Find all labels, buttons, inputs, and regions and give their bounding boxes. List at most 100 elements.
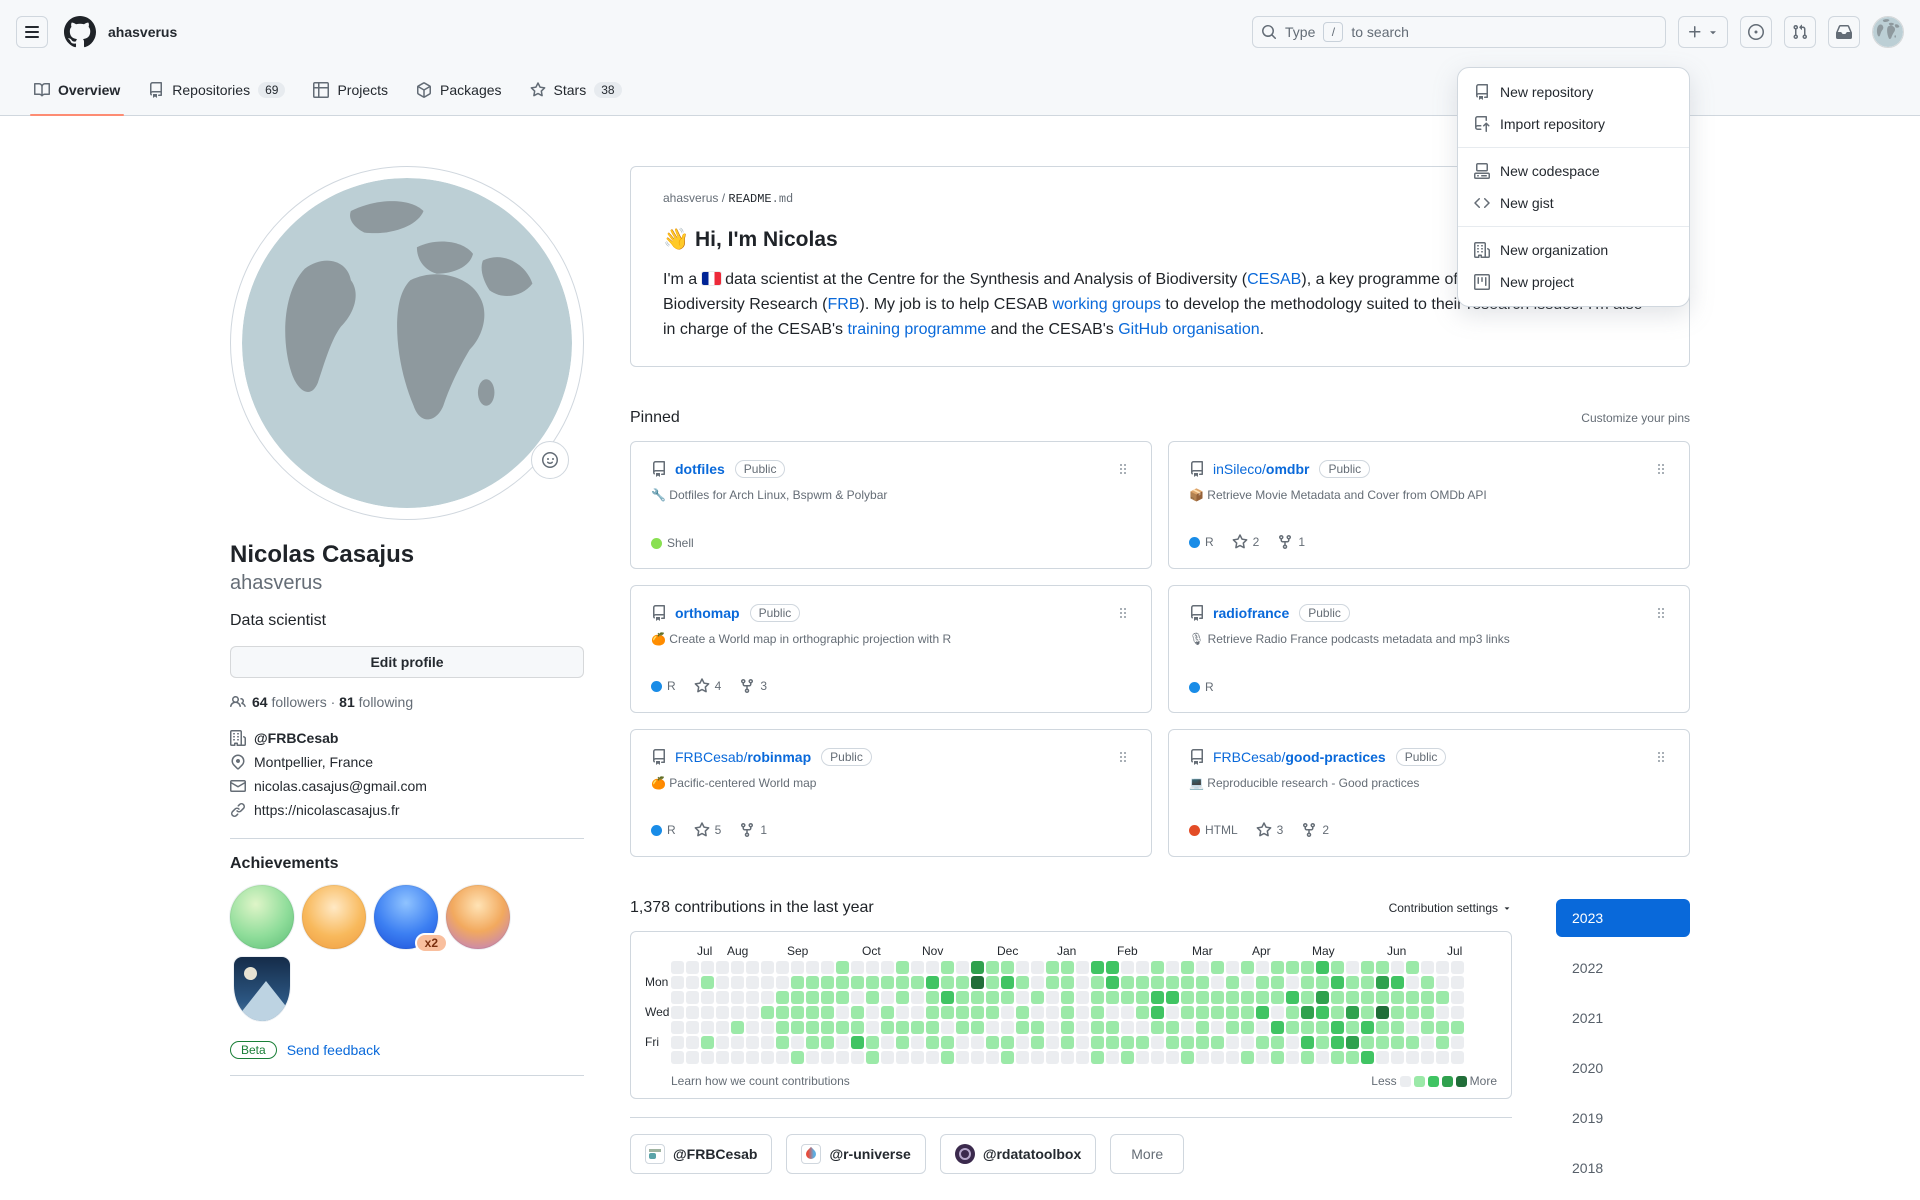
contribution-day-cell[interactable] — [1451, 1051, 1464, 1064]
contribution-day-cell[interactable] — [1226, 991, 1239, 1004]
contribution-day-cell[interactable] — [791, 991, 804, 1004]
contribution-day-cell[interactable] — [761, 976, 774, 989]
drag-grabber-icon[interactable] — [1653, 605, 1669, 621]
contribution-day-cell[interactable] — [1196, 1006, 1209, 1019]
hamburger-menu-button[interactable] — [16, 16, 48, 48]
contribution-day-cell[interactable] — [1451, 1021, 1464, 1034]
repo-forks[interactable]: 1 — [739, 822, 767, 838]
contribution-day-cell[interactable] — [926, 1036, 939, 1049]
contribution-day-cell[interactable] — [1031, 976, 1044, 989]
contribution-day-cell[interactable] — [1091, 976, 1104, 989]
contribution-day-cell[interactable] — [686, 976, 699, 989]
contribution-day-cell[interactable] — [791, 976, 804, 989]
contribution-day-cell[interactable] — [1166, 1006, 1179, 1019]
contribution-day-cell[interactable] — [1286, 961, 1299, 974]
contribution-day-cell[interactable] — [986, 1006, 999, 1019]
contribution-day-cell[interactable] — [1286, 1006, 1299, 1019]
contribution-day-cell[interactable] — [1406, 976, 1419, 989]
contribution-day-cell[interactable] — [686, 1036, 699, 1049]
contribution-day-cell[interactable] — [1241, 991, 1254, 1004]
contribution-day-cell[interactable] — [1076, 991, 1089, 1004]
contribution-day-cell[interactable] — [1226, 1021, 1239, 1034]
contribution-day-cell[interactable] — [1136, 1006, 1149, 1019]
contribution-day-cell[interactable] — [956, 961, 969, 974]
profile-detail-link[interactable]: https://nicolascasajus.fr — [230, 798, 584, 822]
contribution-day-cell[interactable] — [1076, 961, 1089, 974]
contribution-day-cell[interactable] — [716, 976, 729, 989]
contribution-day-cell[interactable] — [791, 1006, 804, 1019]
achievement-pull-shark-badge[interactable]: x2 — [374, 885, 438, 949]
repo-forks[interactable]: 3 — [739, 678, 767, 694]
contribution-day-cell[interactable] — [1226, 976, 1239, 989]
contribution-day-cell[interactable] — [851, 976, 864, 989]
contribution-day-cell[interactable] — [761, 1006, 774, 1019]
contribution-day-cell[interactable] — [1106, 991, 1119, 1004]
contribution-day-cell[interactable] — [1136, 1051, 1149, 1064]
contribution-day-cell[interactable] — [1061, 1036, 1074, 1049]
contribution-day-cell[interactable] — [1166, 1021, 1179, 1034]
contribution-day-cell[interactable] — [1091, 991, 1104, 1004]
contribution-day-cell[interactable] — [1016, 1021, 1029, 1034]
repo-link[interactable]: inSileco/omdbr — [1213, 461, 1309, 477]
contribution-day-cell[interactable] — [1301, 1021, 1314, 1034]
contribution-day-cell[interactable] — [1346, 1036, 1359, 1049]
contribution-day-cell[interactable] — [866, 1051, 879, 1064]
contribution-day-cell[interactable] — [1331, 1036, 1344, 1049]
contribution-day-cell[interactable] — [926, 976, 939, 989]
contribution-day-cell[interactable] — [1451, 991, 1464, 1004]
drag-grabber-icon[interactable] — [1115, 461, 1131, 477]
contribution-day-cell[interactable] — [1421, 1021, 1434, 1034]
contribution-day-cell[interactable] — [1346, 961, 1359, 974]
contribution-day-cell[interactable] — [1301, 1051, 1314, 1064]
contribution-day-cell[interactable] — [1406, 961, 1419, 974]
contribution-day-cell[interactable] — [881, 976, 894, 989]
contribution-day-cell[interactable] — [761, 961, 774, 974]
send-feedback-link[interactable]: Send feedback — [287, 1042, 380, 1058]
contribution-day-cell[interactable] — [1181, 976, 1194, 989]
contribution-day-cell[interactable] — [671, 1036, 684, 1049]
contribution-day-cell[interactable] — [1376, 1006, 1389, 1019]
contribution-day-cell[interactable] — [896, 1051, 909, 1064]
contribution-day-cell[interactable] — [1391, 1021, 1404, 1034]
user-avatar[interactable] — [1872, 16, 1904, 48]
contribution-day-cell[interactable] — [956, 1051, 969, 1064]
contribution-day-cell[interactable] — [791, 1036, 804, 1049]
contribution-day-cell[interactable] — [881, 961, 894, 974]
contribution-day-cell[interactable] — [1091, 961, 1104, 974]
contribution-day-cell[interactable] — [926, 991, 939, 1004]
contribution-day-cell[interactable] — [731, 1021, 744, 1034]
contribution-day-cell[interactable] — [701, 1051, 714, 1064]
contribution-day-cell[interactable] — [911, 1021, 924, 1034]
contribution-day-cell[interactable] — [1196, 1021, 1209, 1034]
contribution-day-cell[interactable] — [1421, 991, 1434, 1004]
contribution-day-cell[interactable] — [1001, 1036, 1014, 1049]
contribution-day-cell[interactable] — [1376, 991, 1389, 1004]
contribution-day-cell[interactable] — [761, 1021, 774, 1034]
contribution-day-cell[interactable] — [1121, 991, 1134, 1004]
contribution-day-cell[interactable] — [1421, 961, 1434, 974]
contribution-day-cell[interactable] — [1241, 1051, 1254, 1064]
contribution-day-cell[interactable] — [941, 976, 954, 989]
contribution-day-cell[interactable] — [671, 1021, 684, 1034]
contribution-day-cell[interactable] — [701, 1036, 714, 1049]
contribution-day-cell[interactable] — [1181, 1021, 1194, 1034]
contribution-day-cell[interactable] — [866, 961, 879, 974]
contribution-day-cell[interactable] — [866, 1006, 879, 1019]
contribution-day-cell[interactable] — [1241, 1006, 1254, 1019]
repo-link[interactable]: dotfiles — [675, 461, 725, 477]
contribution-day-cell[interactable] — [1376, 976, 1389, 989]
achievement-yolo-badge[interactable] — [302, 885, 366, 949]
org-filter-more-button[interactable]: More — [1110, 1134, 1184, 1174]
readme-link[interactable]: CESAB — [1247, 271, 1301, 288]
contribution-day-cell[interactable] — [806, 1006, 819, 1019]
contribution-day-cell[interactable] — [1211, 1051, 1224, 1064]
contribution-day-cell[interactable] — [1271, 976, 1284, 989]
contribution-day-cell[interactable] — [1031, 1036, 1044, 1049]
contribution-day-cell[interactable] — [896, 991, 909, 1004]
contribution-day-cell[interactable] — [1346, 1021, 1359, 1034]
contribution-day-cell[interactable] — [821, 976, 834, 989]
year-2018[interactable]: 2018 — [1556, 1149, 1690, 1187]
contribution-day-cell[interactable] — [1031, 1021, 1044, 1034]
contribution-day-cell[interactable] — [836, 961, 849, 974]
contribution-day-cell[interactable] — [1031, 961, 1044, 974]
